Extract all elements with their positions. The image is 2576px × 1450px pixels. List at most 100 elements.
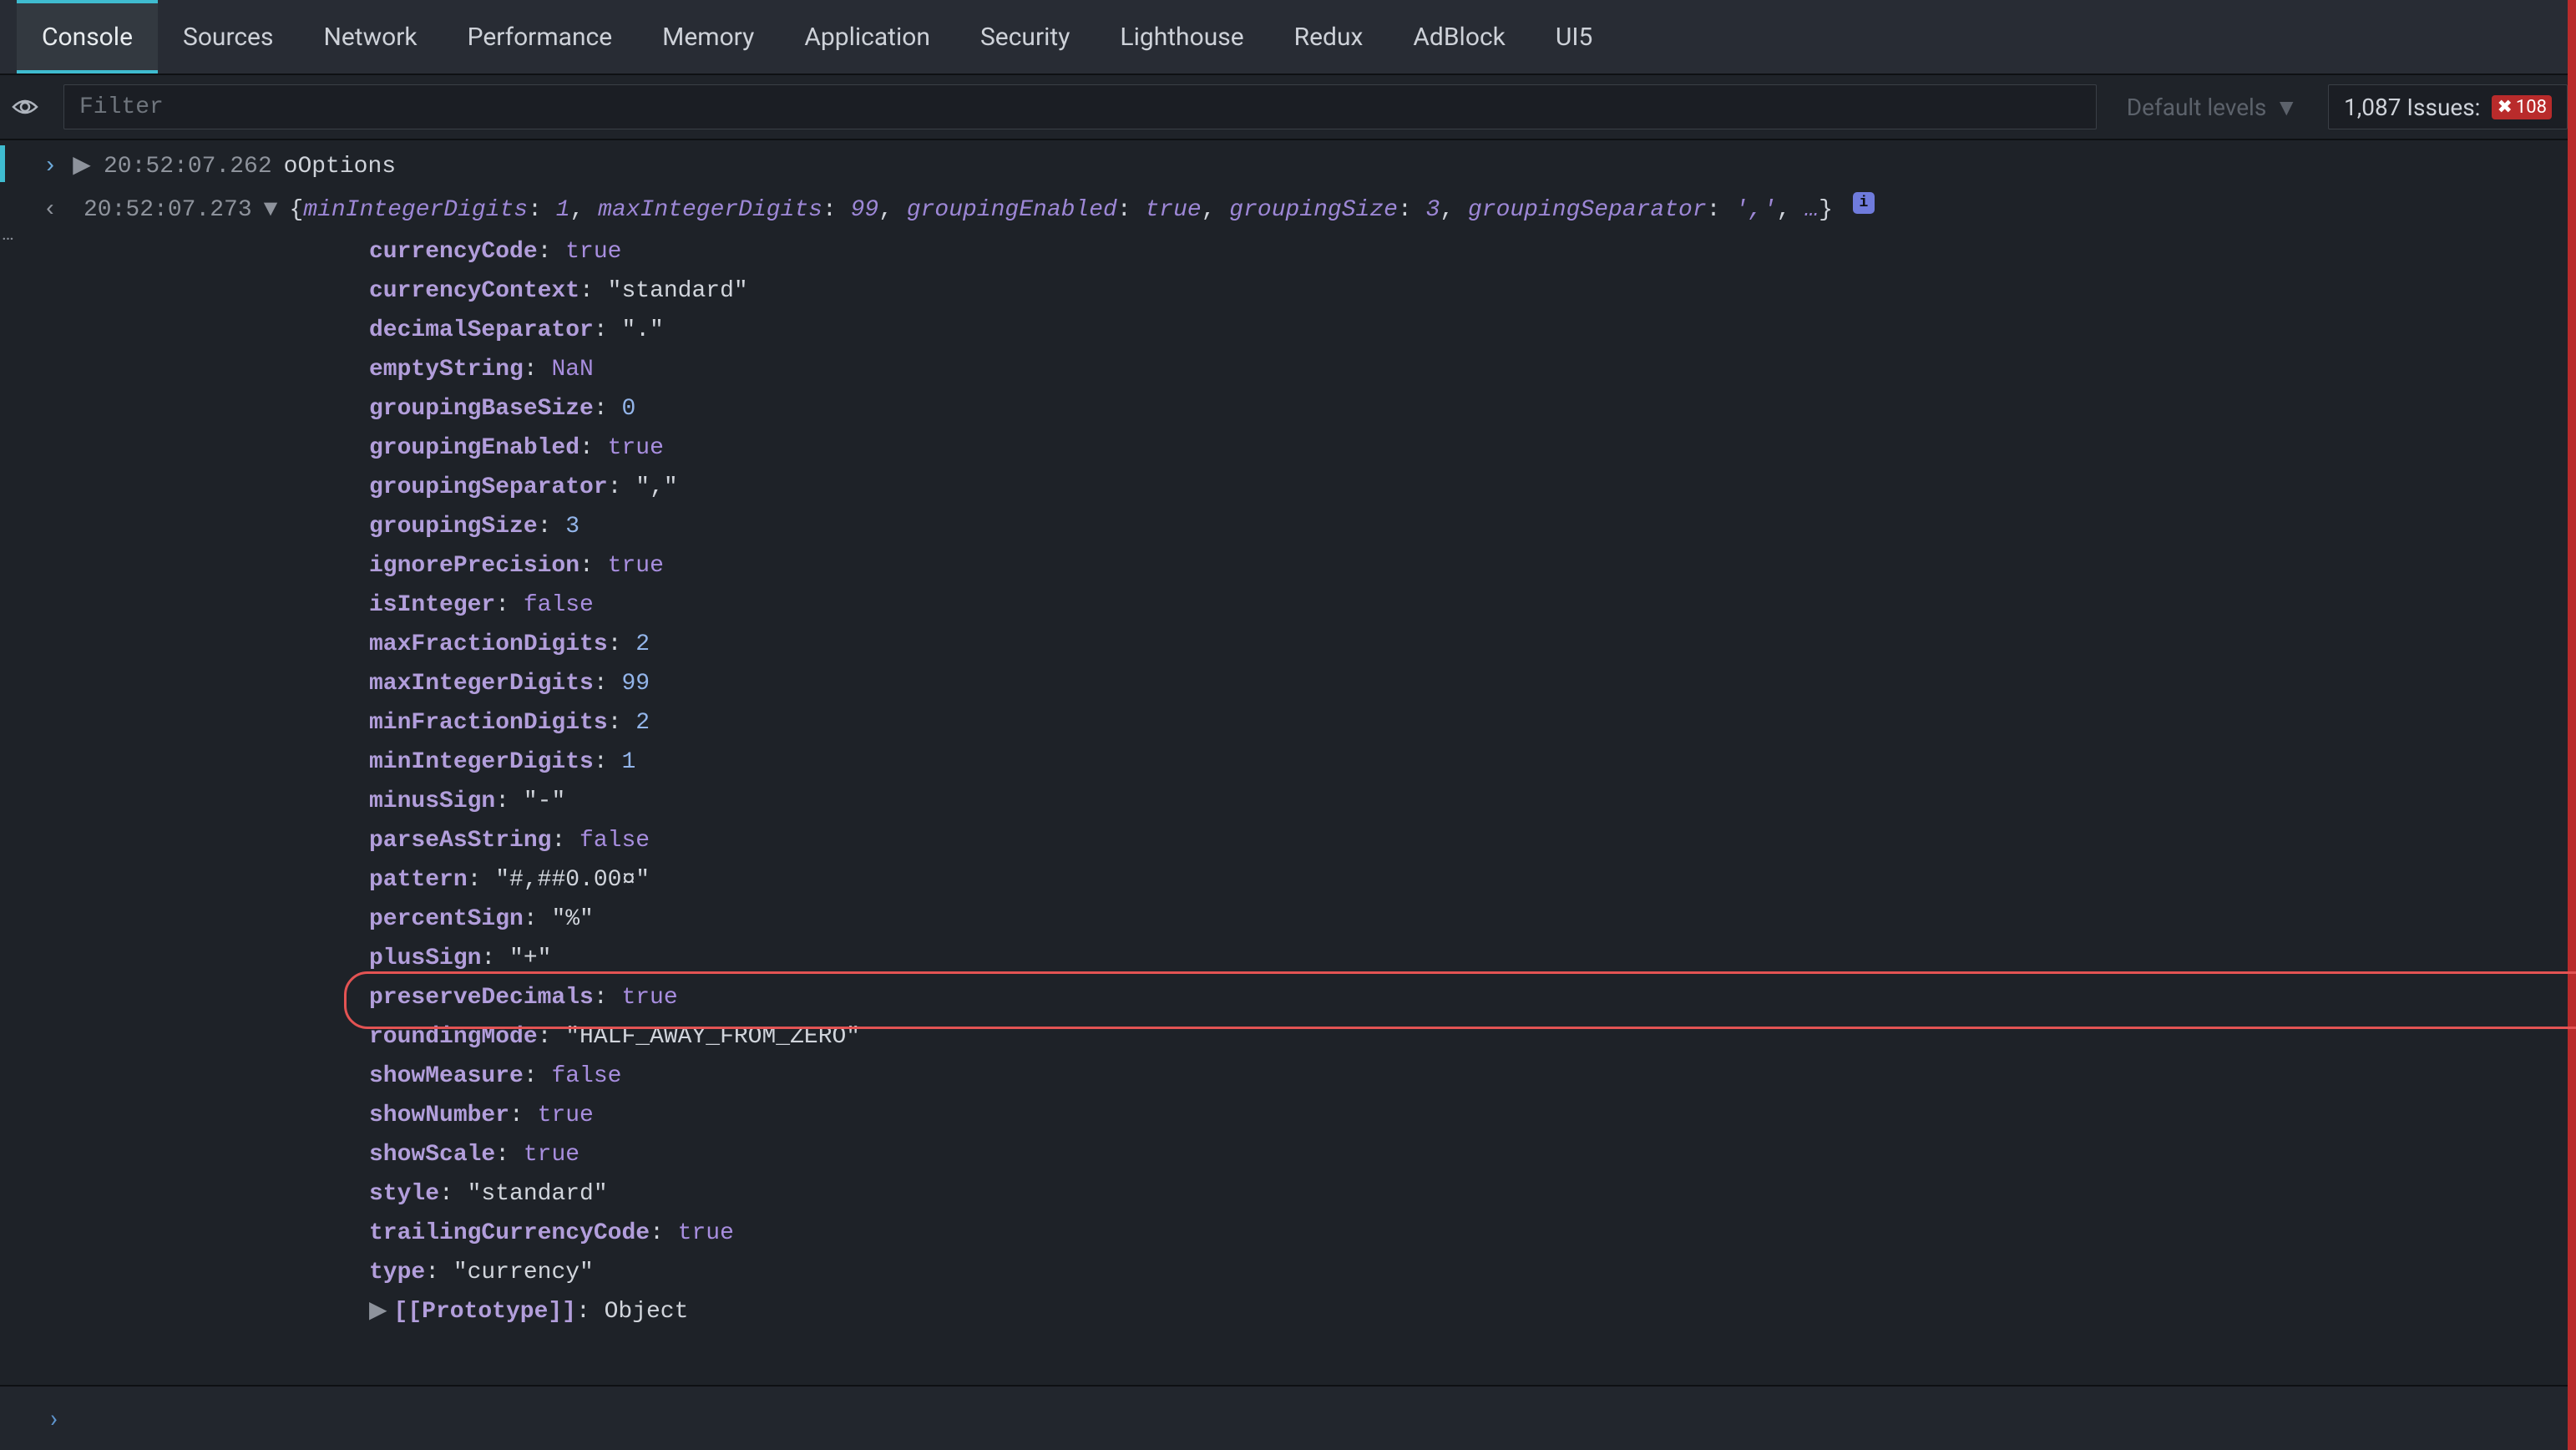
property-value: "," <box>635 474 677 500</box>
property-value: "." <box>621 317 663 343</box>
property-row[interactable]: plusSign: "+" <box>369 939 2576 978</box>
prototype-row[interactable]: ▶[[Prototype]]: Object <box>369 1292 2576 1331</box>
property-value: 99 <box>621 671 650 697</box>
tab-adblock[interactable]: AdBlock <box>1388 0 1531 74</box>
devtools-tabs: ConsoleSourcesNetworkPerformanceMemoryAp… <box>0 0 2576 75</box>
tab-security[interactable]: Security <box>955 0 1095 74</box>
property-key: groupingBaseSize <box>369 396 594 422</box>
property-row[interactable]: currencyContext: "standard" <box>369 271 2576 311</box>
log-levels-dropdown[interactable]: Default levels ▼ <box>2110 94 2315 121</box>
property-row[interactable]: style: "standard" <box>369 1174 2576 1214</box>
property-key: pattern <box>369 867 468 893</box>
sidebar-toggle-icon[interactable] <box>0 75 50 139</box>
property-row[interactable]: minIntegerDigits: 1 <box>369 743 2576 782</box>
object-preview[interactable]: {minIntegerDigits: 1, maxIntegerDigits: … <box>289 192 1832 229</box>
property-row[interactable]: showNumber: true <box>369 1096 2576 1135</box>
issues-label: 1,087 Issues: <box>2344 94 2480 121</box>
expand-arrow-icon[interactable]: ▶ <box>369 1299 387 1325</box>
property-value: true <box>621 985 677 1011</box>
property-row[interactable]: groupingBaseSize: 0 <box>369 389 2576 428</box>
console-toolbar: Default levels ▼ 1,087 Issues: ✖ 108 <box>0 75 2576 140</box>
property-value: 2 <box>635 710 650 736</box>
property-row[interactable]: minusSign: "-" <box>369 782 2576 821</box>
property-key: [[Prototype]] <box>394 1299 576 1325</box>
property-row[interactable]: isInteger: false <box>369 586 2576 625</box>
tab-network[interactable]: Network <box>298 0 442 74</box>
property-key: isInteger <box>369 592 495 618</box>
property-key: plusSign <box>369 946 481 971</box>
expand-arrow-icon[interactable]: ▶ <box>72 149 92 185</box>
tab-ui5[interactable]: UI5 <box>1531 0 1617 74</box>
timestamp: 20:52:07.273 <box>84 192 252 229</box>
property-value: "#,##0.00¤" <box>495 867 650 893</box>
property-value: 0 <box>621 396 635 422</box>
error-badge: ✖ 108 <box>2492 95 2552 119</box>
property-row[interactable]: groupingEnabled: true <box>369 428 2576 468</box>
issues-counter[interactable]: 1,087 Issues: ✖ 108 <box>2328 84 2568 129</box>
property-value: false <box>524 592 594 618</box>
property-key: decimalSeparator <box>369 317 594 343</box>
tab-application[interactable]: Application <box>779 0 955 74</box>
property-key: maxIntegerDigits <box>369 671 594 697</box>
active-gutter <box>0 145 5 182</box>
property-value: false <box>551 1063 621 1089</box>
property-key: ignorePrecision <box>369 553 579 579</box>
property-value: 2 <box>635 631 650 657</box>
tab-console[interactable]: Console <box>17 0 158 74</box>
property-row[interactable]: groupingSize: 3 <box>369 507 2576 546</box>
property-value: true <box>608 435 664 461</box>
property-row[interactable]: currencyCode: true <box>369 232 2576 271</box>
property-key: groupingSize <box>369 514 538 540</box>
filter-input[interactable] <box>63 84 2097 129</box>
property-row[interactable]: groupingSeparator: "," <box>369 468 2576 507</box>
property-row[interactable]: decimalSeparator: "." <box>369 311 2576 350</box>
tab-redux[interactable]: Redux <box>1269 0 1389 74</box>
property-row[interactable]: parseAsString: false <box>369 821 2576 860</box>
chevron-down-icon: ▼ <box>2275 94 2298 121</box>
property-value: true <box>608 553 664 579</box>
property-key: maxFractionDigits <box>369 631 608 657</box>
tab-performance[interactable]: Performance <box>443 0 638 74</box>
console-prompt: › <box>0 1385 2576 1450</box>
object-properties: currencyCode: truecurrencyContext: "stan… <box>0 232 2576 1331</box>
property-key: showMeasure <box>369 1063 524 1089</box>
collapse-arrow-icon[interactable]: ▼ <box>264 192 278 229</box>
output-arrow-icon: ‹ <box>40 192 60 229</box>
property-row[interactable]: preserveDecimals: true <box>369 978 2576 1017</box>
property-row[interactable]: maxFractionDigits: 2 <box>369 625 2576 664</box>
tab-lighthouse[interactable]: Lighthouse <box>1095 0 1268 74</box>
property-row[interactable]: maxIntegerDigits: 99 <box>369 664 2576 703</box>
property-row[interactable]: percentSign: "%" <box>369 900 2576 939</box>
property-value: 3 <box>565 514 579 540</box>
property-row[interactable]: type: "currency" <box>369 1253 2576 1292</box>
right-edge-indicator <box>2568 0 2576 1450</box>
property-value: true <box>565 239 621 265</box>
property-key: style <box>369 1181 439 1207</box>
property-key: preserveDecimals <box>369 985 594 1011</box>
tab-sources[interactable]: Sources <box>158 0 298 74</box>
property-key: showScale <box>369 1142 495 1168</box>
info-icon[interactable]: i <box>1853 192 1875 214</box>
property-value: "HALF_AWAY_FROM_ZERO" <box>565 1024 860 1050</box>
property-row[interactable]: roundingMode: "HALF_AWAY_FROM_ZERO" <box>369 1017 2576 1057</box>
property-row[interactable]: trailingCurrencyCode: true <box>369 1214 2576 1253</box>
property-value: false <box>579 828 650 854</box>
property-key: emptyString <box>369 357 524 383</box>
property-value: true <box>524 1142 579 1168</box>
property-row[interactable]: emptyString: NaN <box>369 350 2576 389</box>
property-row[interactable]: showMeasure: false <box>369 1057 2576 1096</box>
property-value: "currency" <box>453 1260 594 1285</box>
console-output: … › ▶ 20:52:07.262 oOptions ‹ 20:52:07.2… <box>0 140 2576 1331</box>
property-key: type <box>369 1260 425 1285</box>
property-row[interactable]: minFractionDigits: 2 <box>369 703 2576 743</box>
console-output-row[interactable]: ‹ 20:52:07.273 ▼ {minIntegerDigits: 1, m… <box>0 189 2576 232</box>
console-input-echo[interactable]: › ▶ 20:52:07.262 oOptions <box>0 145 2576 189</box>
console-input[interactable] <box>58 1387 2576 1450</box>
property-row[interactable]: showScale: true <box>369 1135 2576 1174</box>
tab-memory[interactable]: Memory <box>637 0 779 74</box>
property-value: "+" <box>509 946 551 971</box>
property-value: true <box>678 1220 734 1246</box>
property-row[interactable]: pattern: "#,##0.00¤" <box>369 860 2576 900</box>
property-row[interactable]: ignorePrecision: true <box>369 546 2576 586</box>
property-key: trailingCurrencyCode <box>369 1220 650 1246</box>
